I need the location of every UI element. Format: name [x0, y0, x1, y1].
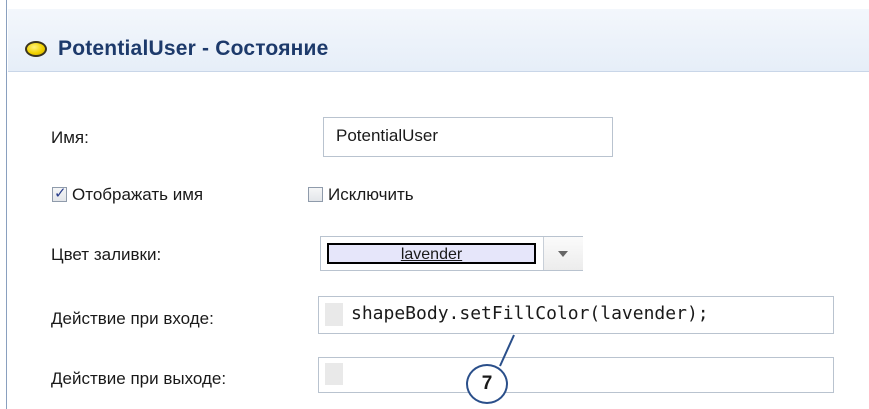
page-title: PotentialUser - Состояние [58, 37, 329, 60]
entry-action-label: Действие при входе: [51, 309, 214, 328]
name-label: Имя: [51, 128, 89, 147]
fill-color-value: lavender [400, 246, 463, 263]
exclude-label[interactable]: Исключить [328, 185, 414, 205]
dropdown-arrow-button[interactable] [543, 237, 583, 270]
chevron-down-icon [558, 251, 568, 257]
fill-color-label: Цвет заливки: [51, 245, 162, 264]
color-swatch: lavender [327, 243, 536, 264]
code-gutter [325, 363, 343, 385]
left-panel-border [0, 0, 8, 409]
show-name-checkbox[interactable]: ✓ [52, 185, 67, 202]
exclude-checkbox[interactable] [308, 187, 323, 202]
entry-action-code: shapeBody.setFillColor(lavender); [351, 303, 709, 324]
fill-color-dropdown[interactable]: lavender [320, 236, 583, 271]
show-name-label[interactable]: Отображать имя [72, 185, 203, 205]
callout-number: 7 [481, 373, 493, 394]
name-field[interactable]: PotentialUser [323, 117, 613, 157]
exit-action-editor[interactable] [318, 357, 834, 393]
properties-header: PotentialUser - Состояние [8, 8, 869, 72]
entry-action-editor[interactable]: shapeBody.setFillColor(lavender); [318, 296, 834, 334]
state-icon [25, 41, 47, 57]
callout-number-badge: 7 [466, 364, 508, 404]
code-gutter [325, 303, 343, 326]
exit-action-label: Действие при выходе: [51, 369, 227, 388]
name-field-value: PotentialUser [336, 126, 439, 145]
checkmark-icon: ✓ [54, 185, 67, 202]
